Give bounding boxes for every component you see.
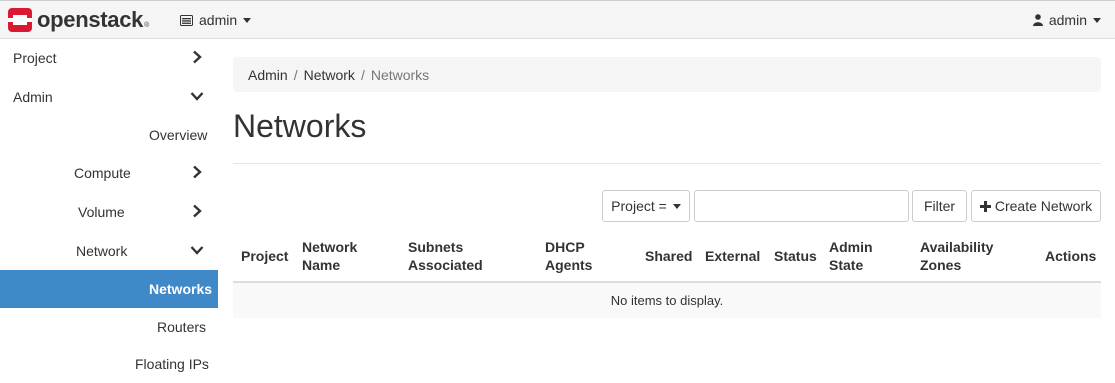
column-header-text: DHCP (545, 239, 585, 255)
breadcrumb-link-admin[interactable]: Admin (248, 67, 288, 83)
top-navbar: openstack ® admin admin (0, 0, 1115, 39)
column-header-text: Name (302, 257, 341, 273)
filter-button[interactable]: Filter (912, 190, 967, 222)
sidebar-item-label: Floating IPs (135, 356, 209, 372)
column-header-text: Shared (645, 248, 693, 264)
sidebar-item-label: Routers (157, 319, 207, 335)
caret-down-icon (243, 17, 252, 23)
openstack-logo[interactable]: openstack ® (7, 7, 149, 33)
user-icon (1032, 14, 1043, 26)
sidebar-item-overview[interactable]: Overview (0, 116, 218, 154)
sidebar-item-label: Network (76, 243, 128, 259)
brand-registered-mark: ® (144, 21, 150, 29)
divider (233, 163, 1101, 164)
column-header-text: State (829, 257, 864, 273)
caret-down-icon (1093, 17, 1101, 23)
column-header-text: Actions (1045, 248, 1097, 264)
project-icon (180, 14, 193, 26)
column-header-actions: Actions (1045, 247, 1096, 265)
column-header-text: Associated (408, 257, 483, 273)
column-header-dhcp-agents[interactable]: DHCP Agents (545, 238, 592, 274)
project-picker-label: admin (199, 12, 238, 28)
chevron-right-icon (193, 204, 202, 218)
sidebar-item-label: Overview (149, 127, 208, 143)
table-header: Project Network Name Subnets Associated … (233, 229, 1101, 283)
column-header-text: Agents (545, 257, 593, 273)
column-header-project[interactable]: Project (241, 247, 288, 265)
column-header-text: Status (774, 248, 817, 264)
column-header-external[interactable]: External (705, 247, 760, 265)
create-network-label: Create Network (994, 198, 1093, 214)
filter-input[interactable] (694, 190, 909, 222)
column-header-status[interactable]: Status (774, 247, 817, 265)
column-header-text: Subnets (408, 239, 464, 255)
column-header-text: Admin (829, 239, 873, 255)
breadcrumb-link-network[interactable]: Network (304, 67, 355, 83)
breadcrumb: Admin / Network / Networks (233, 57, 1101, 92)
filter-button-label: Filter (923, 198, 956, 214)
user-menu[interactable]: admin (1032, 12, 1101, 28)
sidebar-item-floating-ips[interactable]: Floating IPs (0, 345, 218, 383)
user-menu-label: admin (1048, 12, 1087, 28)
breadcrumb-separator: / (293, 66, 298, 83)
column-header-network-name[interactable]: Network Name (302, 238, 357, 274)
sidebar-item-label: Volume (78, 204, 125, 220)
sidebar-item-compute[interactable]: Compute (0, 154, 218, 192)
column-header-text: Zones (920, 257, 962, 273)
page-title: Networks (233, 108, 367, 144)
plus-icon (979, 200, 991, 212)
create-network-button[interactable]: Create Network (971, 190, 1101, 222)
column-header-availability-zones[interactable]: Availability Zones (920, 238, 993, 274)
column-header-text: Network (302, 239, 358, 255)
caret-down-icon (672, 203, 681, 209)
column-header-text: External (705, 248, 761, 264)
breadcrumb-separator: / (360, 66, 365, 83)
column-header-subnets-associated[interactable]: Subnets Associated (408, 238, 483, 274)
sidebar-item-label: Networks (149, 281, 213, 297)
chevron-down-icon (190, 92, 204, 101)
chevron-right-icon (193, 165, 202, 179)
sidebar-item-label: Admin (13, 89, 53, 105)
sidebar-item-network[interactable]: Network (0, 232, 218, 270)
sidebar-item-label: Project (13, 50, 57, 66)
sidebar-item-volume[interactable]: Volume (0, 193, 218, 231)
project-picker[interactable]: admin (180, 12, 252, 28)
sidebar-item-admin[interactable]: Admin (0, 78, 218, 116)
column-header-shared[interactable]: Shared (645, 247, 692, 265)
column-header-text: Availability (920, 239, 994, 255)
brand-name: openstack (37, 7, 144, 32)
chevron-down-icon (190, 246, 204, 255)
sidebar-item-project[interactable]: Project (0, 39, 218, 77)
filter-field-label: Project = (611, 198, 667, 214)
chevron-right-icon (193, 50, 202, 64)
sidebar-item-routers[interactable]: Routers (0, 308, 218, 346)
column-header-text: Project (241, 248, 289, 264)
column-header-admin-state[interactable]: Admin State (829, 238, 873, 274)
breadcrumb-current: Networks (370, 66, 430, 83)
openstack-logo-icon (8, 8, 32, 32)
sidebar-item-label: Compute (74, 165, 131, 181)
sidebar-item-networks[interactable]: Networks (0, 270, 218, 308)
table-empty-row: No items to display. (233, 283, 1101, 318)
filter-field-dropdown[interactable]: Project = (602, 190, 690, 222)
empty-message: No items to display. (610, 293, 724, 308)
sidebar: Project Admin Overview Compute Volume Ne… (0, 39, 218, 378)
